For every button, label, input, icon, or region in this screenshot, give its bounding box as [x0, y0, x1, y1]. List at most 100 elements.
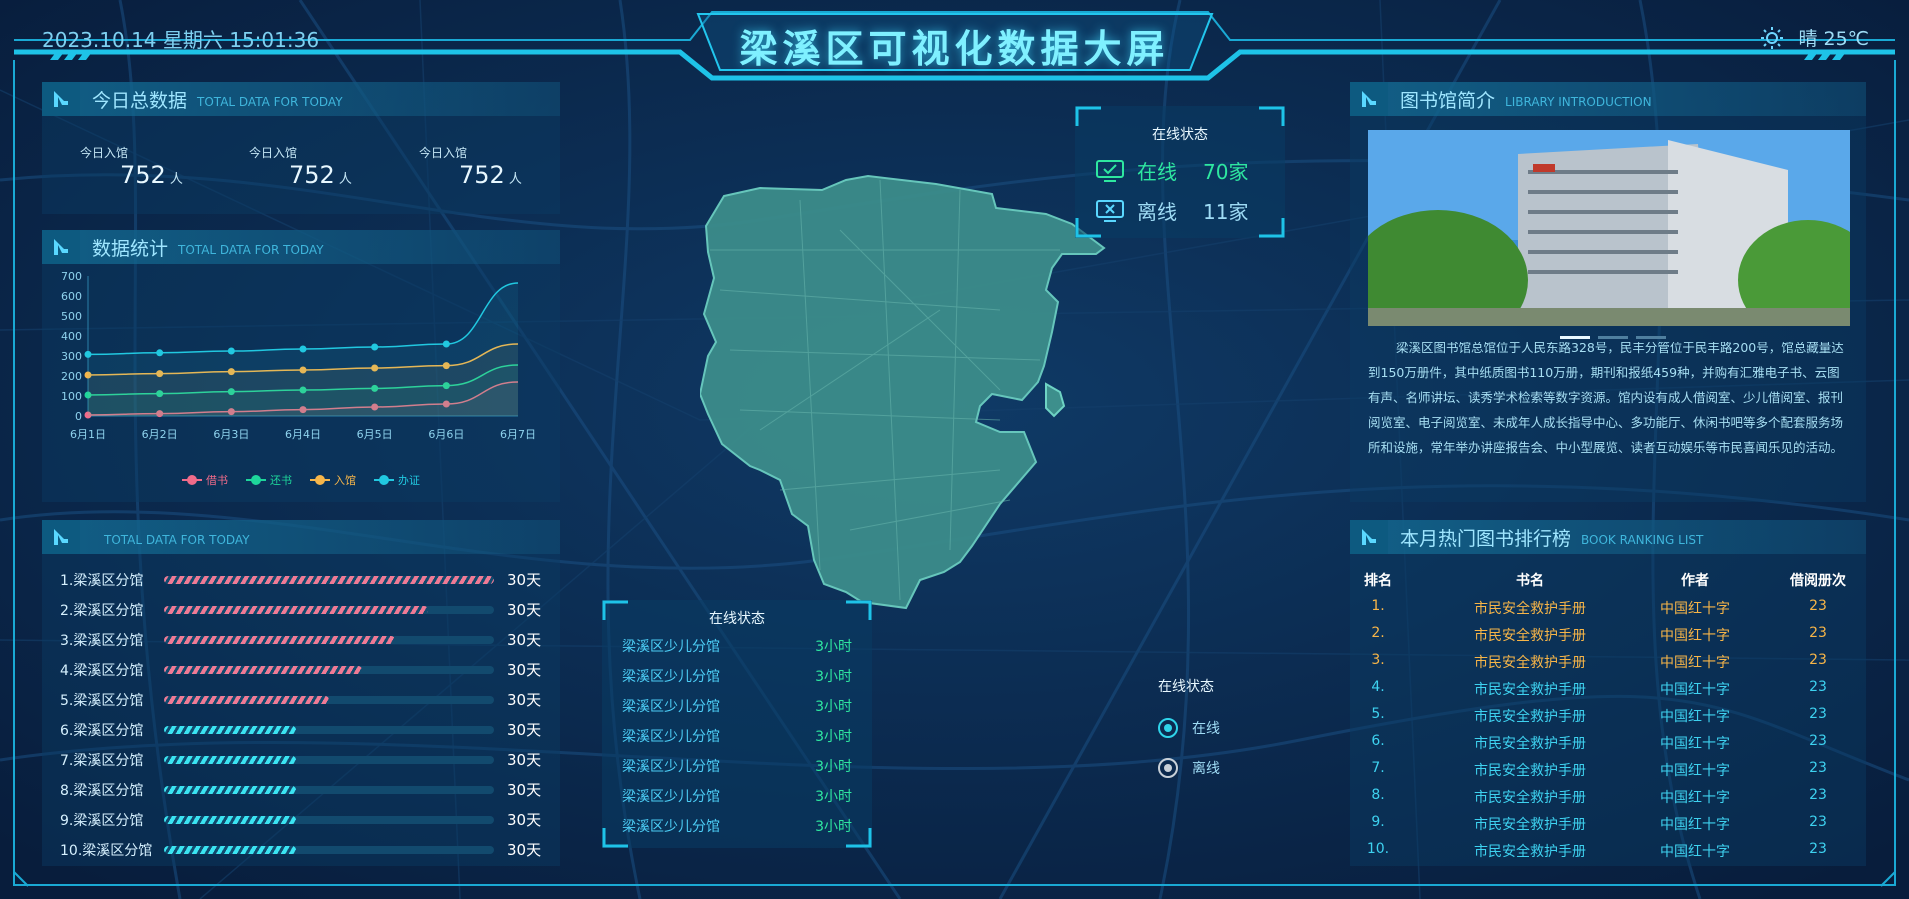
book-row[interactable]: 9. 市民安全救护手册 中国红十字 23 — [1350, 810, 1866, 837]
branch-ranking-panel: TOTAL DATA FOR TODAY 1.梁溪区分馆 30天 2.梁溪区分馆 30… — [42, 520, 560, 866]
book-row[interactable]: 4. 市民安全救护手册 中国红十字 23 — [1350, 675, 1866, 702]
online-duration: 3小时 — [815, 789, 852, 805]
ranking-row[interactable]: 8.梁溪区分馆 30天 — [42, 774, 560, 804]
legend-item[interactable]: 办证 — [374, 472, 420, 488]
line-chart: 0 100 200 300 400 500 600 700 6月1日 6月2日 6月3日 6月4日 6月… — [61, 270, 536, 441]
legend-item[interactable]: 还书 — [246, 472, 292, 488]
legend-item[interactable]: 入馆 — [310, 472, 356, 488]
book-title: 市民安全救护手册 — [1474, 817, 1586, 833]
panel-logo-icon — [42, 82, 80, 116]
library-panel: 图书馆简介 LIBRARY INTRODUCTION 梁溪区图书馆总馆位于人民东… — [1350, 82, 1866, 502]
x-tick-label: 6月6日 — [428, 428, 464, 441]
branch-name: 梁溪区少儿分馆 — [622, 639, 720, 655]
panel-logo-icon — [42, 230, 80, 264]
book-row[interactable]: 8. 市民安全救护手册 中国红十字 23 — [1350, 783, 1866, 810]
online-duration: 3小时 — [815, 699, 852, 715]
book-row[interactable]: 1. 市民安全救护手册 中国红十字 23 — [1350, 594, 1866, 621]
monitor-check-icon — [1096, 159, 1124, 182]
page-title: 梁溪区可视化数据大屏 — [739, 27, 1170, 71]
online-duration: 3小时 — [815, 669, 852, 685]
library-header: 图书馆简介 LIBRARY INTRODUCTION — [1350, 82, 1866, 116]
carousel-dot-1[interactable] — [1560, 336, 1590, 339]
stat-value: 752 — [459, 161, 505, 189]
ranking-row-value: 30天 — [507, 571, 542, 589]
ranking-bar-fill — [164, 576, 494, 584]
branch-ranking-header: TOTAL DATA FOR TODAY — [42, 520, 560, 554]
ranking-bar-track — [164, 666, 494, 674]
ranking-row[interactable]: 6.梁溪区分馆 30天 — [42, 714, 560, 744]
online-list-row[interactable]: 梁溪区少儿分馆 3小时 — [622, 636, 852, 666]
legend-online[interactable]: 在线 — [1158, 718, 1220, 738]
column-header-title: 书名 — [1516, 573, 1544, 589]
book-row[interactable]: 5. 市民安全救护手册 中国红十字 23 — [1350, 702, 1866, 729]
book-author: 中国红十字 — [1660, 763, 1730, 779]
online-summary-title: 在线状态 — [1152, 127, 1208, 143]
y-tick-label: 200 — [61, 370, 82, 383]
carousel-dot-2[interactable] — [1598, 336, 1628, 339]
book-count: 23 — [1809, 814, 1827, 830]
book-row[interactable]: 10. 市民安全救护手册 中国红十字 23 — [1350, 837, 1866, 864]
y-tick-label: 600 — [61, 290, 82, 303]
online-value: 70家 — [1203, 160, 1249, 184]
ranking-row[interactable]: 10.梁溪区分馆 30天 — [42, 834, 560, 864]
online-duration: 3小时 — [815, 759, 852, 775]
book-row[interactable]: 6. 市民安全救护手册 中国红十字 23 — [1350, 729, 1866, 756]
ranking-row[interactable]: 3.梁溪区分馆 30天 — [42, 624, 560, 654]
book-count: 23 — [1809, 652, 1827, 668]
online-list-row[interactable]: 梁溪区少儿分馆 3小时 — [622, 756, 852, 786]
ranking-bar-track — [164, 576, 494, 584]
ranking-row-name: 4.梁溪区分馆 — [60, 663, 144, 679]
book-title: 市民安全救护手册 — [1474, 682, 1586, 698]
legend-online-label: 在线 — [1192, 721, 1220, 737]
legend-label: 入馆 — [334, 474, 356, 487]
library-text-clip: 梁溪区图书馆总馆位于人民东路328号，民丰分管位于民丰路200号，馆总藏量达到1… — [1350, 342, 1866, 492]
stat-value: 752 — [120, 161, 166, 189]
ranking-row-value: 30天 — [507, 811, 542, 829]
ranking-row[interactable]: 1.梁溪区分馆 30天 — [42, 564, 560, 594]
today-total-title: 今日总数据 — [92, 89, 188, 112]
ranking-bar-fill — [164, 846, 296, 854]
book-row[interactable]: 3. 市民安全救护手册 中国红十字 23 — [1350, 648, 1866, 675]
online-list-row[interactable]: 梁溪区少儿分馆 3小时 — [622, 786, 852, 816]
online-duration: 3小时 — [815, 729, 852, 745]
offline-radio-icon[interactable] — [1158, 758, 1178, 778]
data-point — [371, 343, 379, 351]
book-author: 中国红十字 — [1660, 844, 1730, 860]
online-list-row[interactable]: 梁溪区少儿分馆 3小时 — [622, 726, 852, 756]
ranking-row[interactable]: 4.梁溪区分馆 30天 — [42, 654, 560, 684]
ranking-row[interactable]: 2.梁溪区分馆 30天 — [42, 594, 560, 624]
ranking-row[interactable]: 5.梁溪区分馆 30天 — [42, 684, 560, 714]
ranking-bar-fill — [164, 786, 296, 794]
book-author: 中国红十字 — [1660, 655, 1730, 671]
book-title: 市民安全救护手册 — [1474, 844, 1586, 860]
x-tick-label: 6月4日 — [285, 428, 321, 441]
online-list-row[interactable]: 梁溪区少儿分馆 3小时 — [622, 816, 852, 846]
library-description: 梁溪区图书馆总馆位于人民东路328号，民丰分管位于民丰路200号，馆总藏量达到1… — [1368, 342, 1844, 455]
book-count: 23 — [1809, 733, 1827, 749]
offline-value: 11家 — [1203, 200, 1249, 224]
library-photo[interactable] — [1368, 130, 1850, 326]
online-list-title: 在线状态 — [709, 611, 765, 627]
y-tick-label: 300 — [61, 350, 82, 363]
ranking-row[interactable]: 9.梁溪区分馆 30天 — [42, 804, 560, 834]
book-row[interactable]: 2. 市民安全救护手册 中国红十字 23 — [1350, 621, 1866, 648]
online-radio-icon[interactable] — [1158, 718, 1178, 738]
legend-offline[interactable]: 离线 — [1158, 758, 1220, 778]
weather-widget: 晴 25℃ — [1760, 24, 1869, 51]
book-ranking-subtitle: BOOK RANKING LIST — [1581, 532, 1704, 547]
stats-chart-subtitle: TOTAL DATA FOR TODAY — [178, 242, 324, 257]
online-list-row[interactable]: 梁溪区少儿分馆 3小时 — [622, 696, 852, 726]
legend-marker-icon — [182, 475, 202, 485]
weather-text: 晴 25℃ — [1798, 28, 1869, 50]
online-list-row[interactable]: 梁溪区少儿分馆 3小时 — [622, 666, 852, 696]
book-row[interactable]: 7. 市民安全救护手册 中国红十字 23 — [1350, 756, 1866, 783]
library-subtitle: LIBRARY INTRODUCTION — [1505, 94, 1652, 109]
ranking-row[interactable]: 7.梁溪区分馆 30天 — [42, 744, 560, 774]
ranking-row-name: 10.梁溪区分馆 — [60, 843, 153, 859]
carousel-dot-3[interactable] — [1636, 336, 1666, 339]
ranking-bar-fill — [164, 726, 296, 734]
legend-item[interactable]: 借书 — [182, 472, 228, 488]
data-point — [299, 345, 307, 353]
book-title: 市民安全救护手册 — [1474, 709, 1586, 725]
ranking-row-name: 7.梁溪区分馆 — [60, 753, 144, 769]
